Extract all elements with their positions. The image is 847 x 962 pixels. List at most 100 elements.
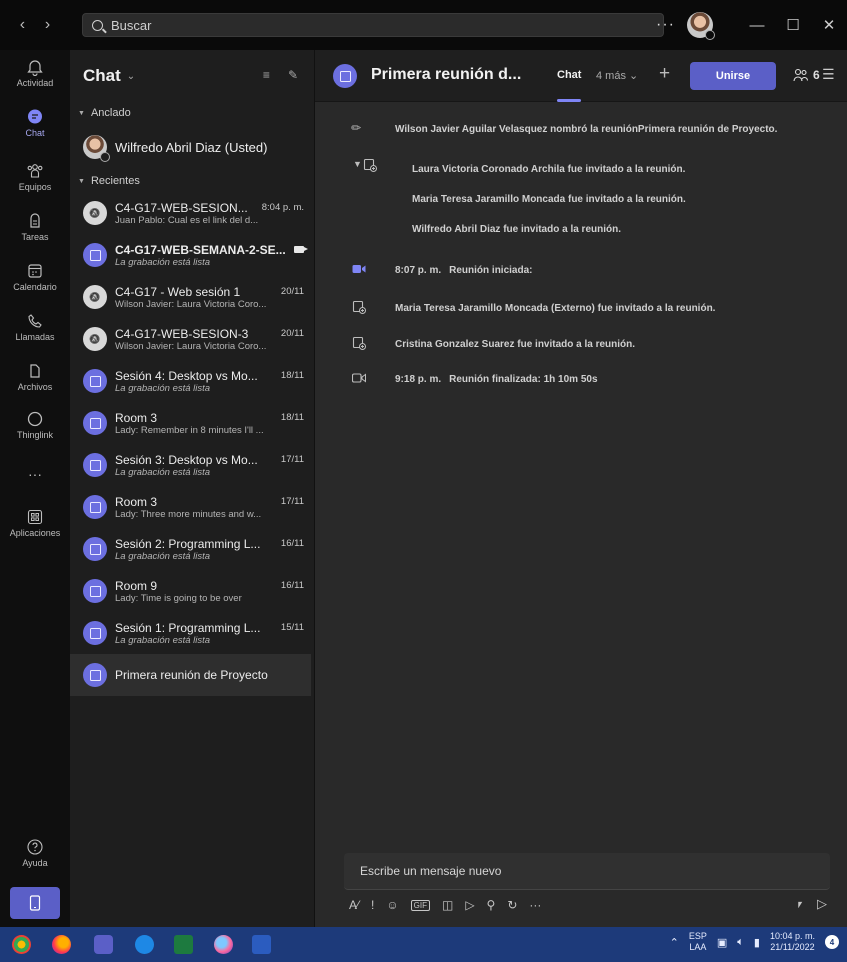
new-chat-icon[interactable]: ✎ (288, 68, 298, 82)
participants-button[interactable]: 6 (793, 68, 820, 82)
maximize-button[interactable]: ☐ (775, 16, 811, 34)
rail-item-archivos[interactable]: Archivos (0, 362, 70, 392)
live-meeting-icon (294, 246, 308, 253)
chat-list-item[interactable]: Sesión 4: Desktop vs Mo... 18/11 La grabac… (70, 360, 314, 402)
app-icon[interactable] (214, 935, 233, 954)
rail-label: Calendario (13, 282, 57, 292)
event-text: Cristina Gonzalez Suarez fue invitado a … (395, 339, 636, 350)
firefox-icon[interactable] (52, 935, 71, 954)
rail-item-llamadas[interactable]: Llamadas (0, 312, 70, 342)
rail-item-calendario[interactable]: Calendario (0, 262, 70, 292)
clock-date: 21/11/2022 (770, 942, 815, 952)
chat-item-top: Sesión 2: Programming L... 16/11 (115, 537, 314, 551)
chevron-up-icon[interactable]: ⌃ (670, 936, 679, 949)
teams-taskbar-icon[interactable] (94, 935, 113, 954)
forward-button[interactable]: › (45, 16, 50, 34)
chat-item-title: C4-G17-WEB-SESION-3 (115, 326, 249, 341)
chat-item-title: Sesión 4: Desktop vs Mo... (115, 368, 258, 383)
chat-list-item[interactable]: Sesión 3: Desktop vs Mo... 17/11 La grabac… (70, 444, 314, 486)
chat-list-title[interactable]: Chat (83, 66, 121, 86)
apps-icon (27, 509, 43, 525)
filter-icon[interactable]: ≡ (263, 68, 270, 82)
chat-list-item[interactable]: Sesión 1: Programming L... 15/11 La grabac… (70, 612, 314, 654)
rail-item-ayuda[interactable]: Ayuda (0, 838, 70, 868)
event-text: Wilson Javier Aguilar Velasquez nombró l… (395, 124, 778, 135)
important-icon[interactable]: ! (371, 898, 374, 912)
rail-item-actividad[interactable]: Actividad (0, 58, 70, 88)
chevron-down-icon[interactable]: ⌄ (127, 71, 135, 82)
rail-item-equipos[interactable]: Equipos (0, 162, 70, 192)
conversation-title[interactable]: Primera reunión d... (371, 66, 521, 84)
muted-chat-avatar (83, 201, 107, 225)
more-options-icon[interactable]: ··· (529, 898, 541, 912)
rail-item-aplicaciones[interactable]: Aplicaciones (0, 508, 70, 538)
chat-item-body: C4-G17-WEB-SESION... 8:04 p. m. Juan Pablo… (115, 201, 314, 226)
chat-list-item[interactable]: C4-G17-WEB-SESION... 8:04 p. m.Juan Pablo… (70, 192, 314, 234)
language-indicator[interactable]: ESP LAA (689, 931, 707, 953)
excel-icon[interactable] (174, 935, 193, 954)
close-button[interactable]: ✕ (811, 16, 847, 34)
add-tab-button[interactable]: + (659, 63, 670, 85)
rail-item-tareas[interactable]: Tareas (0, 212, 70, 242)
sticker-icon[interactable]: ◫ (442, 898, 453, 912)
chat-list-item[interactable]: C4-G17-WEB-SEMANA-2-SE... La grabación es… (70, 234, 314, 276)
chat-item-title: Sesión 1: Programming L... (115, 620, 261, 635)
back-button[interactable]: ‹ (20, 16, 25, 34)
mobile-app-button[interactable] (10, 887, 60, 919)
notifications-badge[interactable]: 4 (825, 935, 839, 949)
dictate-icon[interactable]: ⎖ (795, 896, 805, 912)
chat-item-time: 17/11 (280, 496, 304, 507)
chat-item-title: Wilfredo Abril Diaz (Usted) (115, 139, 268, 155)
rail-label: Tareas (21, 232, 49, 242)
recent-section-header[interactable]: ▼ Recientes (70, 170, 314, 192)
video-icon (352, 265, 366, 273)
chat-list-item[interactable]: Sesión 2: Programming L... 16/11 La grabac… (70, 528, 314, 570)
rail-item-thinglink[interactable]: Thinglink (0, 410, 70, 440)
join-button[interactable]: Unirse (690, 62, 776, 90)
chat-item-preview: La grabación está lista (115, 382, 211, 394)
chat-item-top: Sesión 1: Programming L... 15/11 (115, 621, 314, 635)
praise-icon[interactable]: ⚲ (487, 898, 496, 912)
format-icon[interactable]: A⁄ (349, 898, 359, 912)
emoji-icon[interactable]: ☺ (386, 898, 398, 912)
profile-avatar[interactable] (687, 12, 715, 40)
event-text: Maria Teresa Jaramillo Moncada (Externo)… (395, 303, 716, 314)
chat-list-item[interactable]: Room 3 18/11 Lady: Remember in 8 minutes I… (70, 402, 314, 444)
chat-item-body: Sesión 1: Programming L... 15/11 La grabac… (115, 621, 314, 646)
message-compose-box[interactable]: Escribe un mensaje nuevo (344, 853, 830, 890)
chat-list-item[interactable]: C4-G17 - Web sesión 1 20/11 Wilson Javier:… (70, 276, 314, 318)
gif-icon[interactable]: GIF (410, 899, 430, 911)
word-icon[interactable] (252, 935, 271, 954)
battery-icon[interactable]: ▮ (754, 936, 760, 949)
meeting-avatar (83, 579, 107, 603)
rail-item-more[interactable]: ··· (0, 466, 70, 482)
volume-icon[interactable]: 🔈︎ (737, 936, 744, 949)
collapse-icon[interactable]: ▼ (353, 159, 362, 169)
tab-chat[interactable]: Chat (557, 69, 581, 81)
chrome-icon[interactable] (12, 935, 31, 954)
loop-icon[interactable]: ↻ (507, 898, 517, 912)
pinned-section-header[interactable]: ▼ Anclado (70, 102, 314, 124)
pencil-icon: ✏︎ (351, 121, 362, 135)
event-text: Maria Teresa Jaramillo Moncada fue invit… (412, 194, 686, 205)
pinned-chat-item[interactable]: Wilfredo Abril Diaz (Usted) (70, 124, 314, 170)
chat-list-item[interactable]: Room 9 16/11 Lady: Time is going to be ove… (70, 570, 314, 612)
more-icon: ··· (28, 466, 42, 482)
network-icon[interactable]: ▣ (717, 936, 727, 949)
phone-icon (28, 314, 42, 328)
chat-list-item[interactable]: Primera reunión de Proyecto (70, 654, 311, 696)
chat-list-item[interactable]: C4-G17-WEB-SESION-3 20/11 Wilson Javier: L… (70, 318, 314, 360)
tab-more[interactable]: 4 más ⌄ (596, 69, 638, 82)
collapse-icon: ▼ (78, 109, 85, 117)
chat-item-time: 18/11 (280, 412, 304, 423)
rail-item-chat[interactable]: Chat (0, 108, 70, 138)
search-box[interactable]: Buscar (82, 13, 664, 37)
vscode-icon[interactable] (135, 935, 154, 954)
minimize-button[interactable]: — (739, 17, 775, 34)
list-icon[interactable]: ☰ (822, 66, 835, 83)
schedule-icon[interactable]: ▷ (465, 898, 474, 912)
settings-more-button[interactable]: ··· (656, 16, 675, 34)
clock[interactable]: 10:04 p. m. 21/11/2022 (770, 931, 815, 953)
chat-list-item[interactable]: Room 3 17/11 Lady: Three more minutes and … (70, 486, 314, 528)
send-icon[interactable]: ▷ (817, 896, 827, 912)
